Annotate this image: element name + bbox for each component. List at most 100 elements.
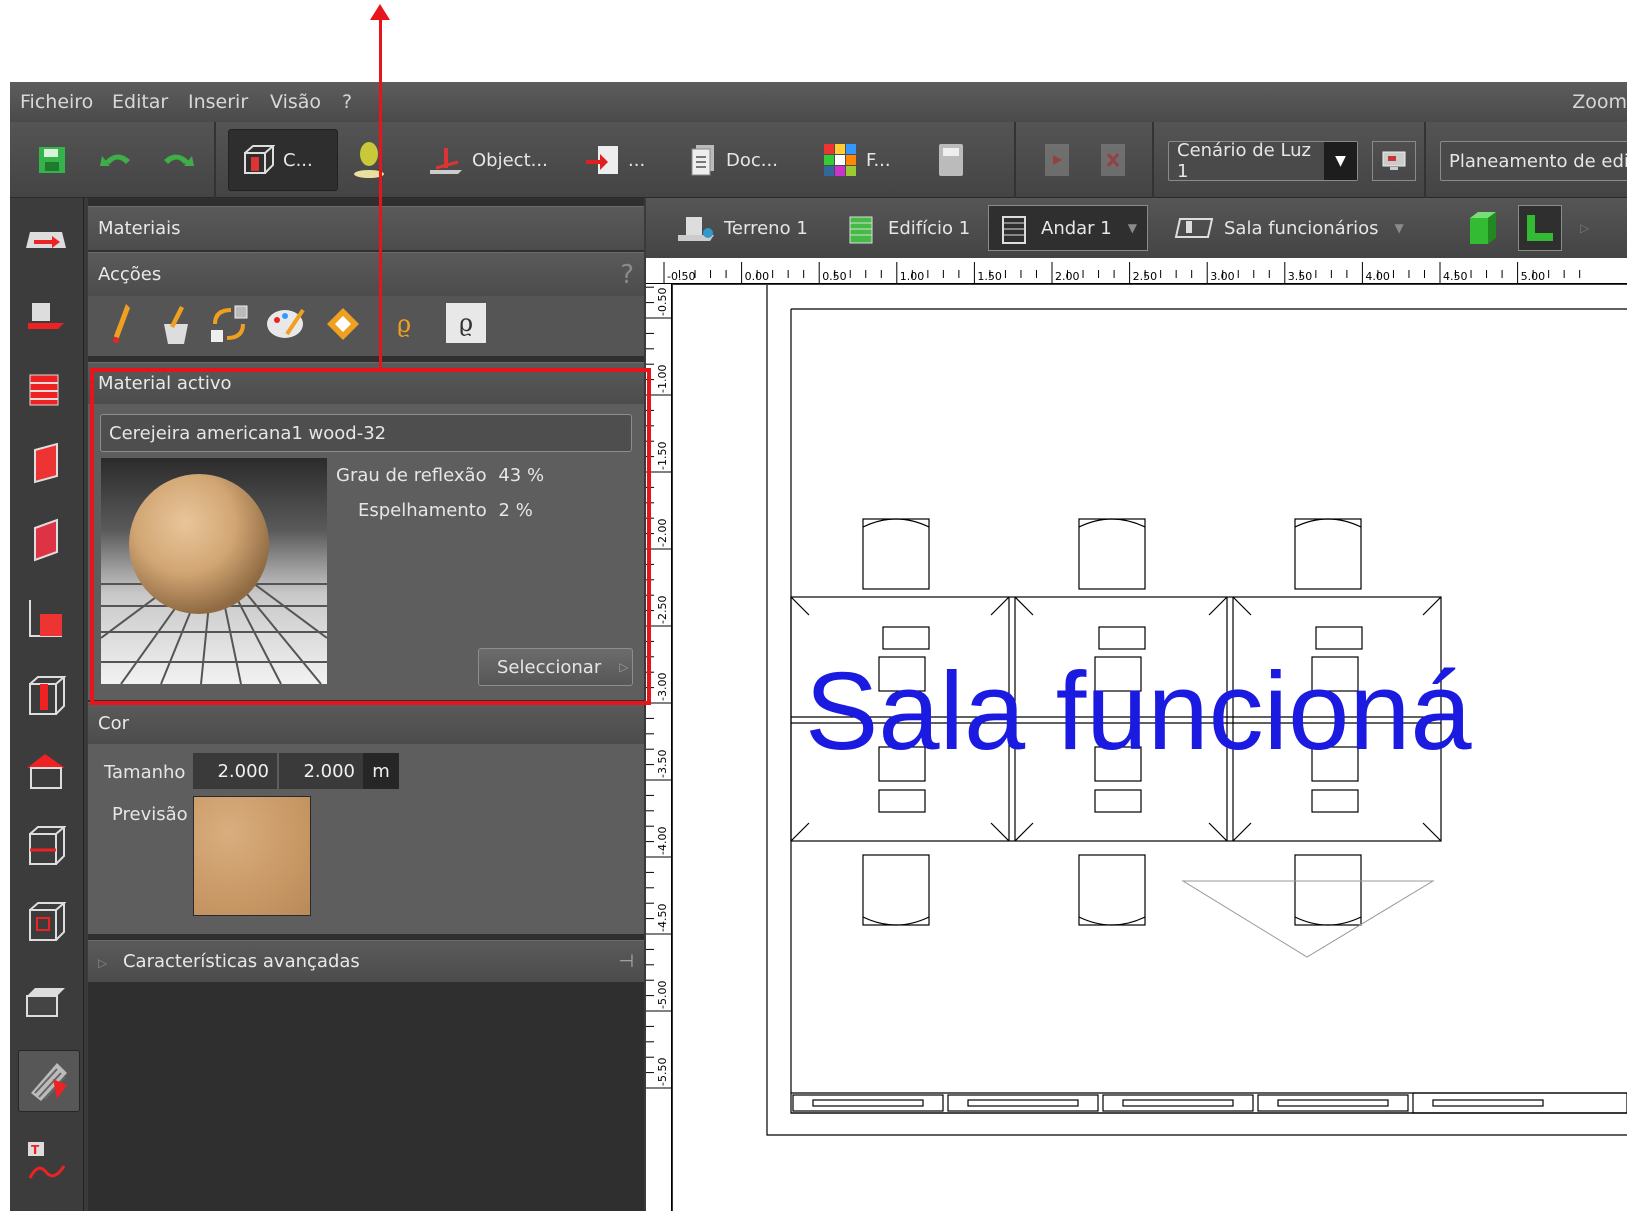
window-cube-icon (29, 902, 66, 941)
edit-material-button[interactable] (262, 296, 310, 352)
import-button[interactable]: ... (584, 129, 645, 191)
ruler-label: -4.50 (656, 904, 669, 932)
material-q-white-button[interactable]: ϱ (446, 303, 486, 343)
actions-header: Acções ? (88, 252, 644, 296)
cube-red-icon (29, 826, 66, 865)
calculator-icon (939, 144, 963, 176)
construction-tab-button[interactable]: C... (228, 129, 338, 191)
panel-title: Materiais (88, 206, 644, 250)
paint-bucket-icon (164, 306, 188, 344)
furniture-button[interactable]: F... (822, 129, 891, 191)
menu-ficheiro[interactable]: Ficheiro (20, 91, 93, 113)
advanced-header[interactable]: ▷ Características avançadas ⊣ (88, 940, 644, 982)
vertical-ruler-ticks: -0.50 -1.00 -1.50 -2.00 -2.50 -3.00 -3.50 -4.00… (646, 255, 672, 1089)
documents-button[interactable]: Doc... (690, 129, 778, 191)
pin-icon[interactable]: ⊣ (618, 951, 634, 972)
apply-material-button[interactable] (320, 296, 368, 352)
ruler-label: 1.50 (977, 270, 1002, 283)
stacked-floors-icon (29, 374, 59, 406)
replace-material-button[interactable] (206, 296, 254, 352)
paint-bucket-button[interactable] (152, 296, 200, 352)
tab-room[interactable]: Sala funcionários ▼ (1172, 205, 1404, 251)
zoom-label[interactable]: Zoom (1572, 91, 1627, 113)
size-width-input[interactable]: 2.000 (193, 753, 277, 789)
ruler-label: -3.00 (656, 673, 669, 701)
slab-tool-button[interactable] (22, 516, 70, 564)
redo-button[interactable] (160, 129, 194, 191)
roof-tool-button[interactable] (22, 748, 70, 796)
select-button[interactable]: Seleccionar ▷ (478, 648, 633, 686)
menu-visao[interactable]: Visão (270, 91, 321, 113)
material-tool-button[interactable] (18, 1050, 80, 1112)
size-label: Tamanho (104, 762, 186, 783)
calculator-button[interactable] (938, 129, 964, 191)
ruler-label: -3.50 (656, 750, 669, 778)
toolbar-b5-label: F... (866, 149, 891, 171)
material-brush-icon (31, 1063, 67, 1101)
wall-tool-button[interactable] (22, 440, 70, 488)
view-plan-button[interactable] (1518, 205, 1562, 251)
help-icon[interactable]: ? (620, 260, 634, 290)
material-sphere-preview (101, 458, 327, 684)
light-scene-select[interactable]: Cenário de Luz 1 ▼ (1168, 140, 1358, 182)
pipette-button[interactable] (98, 296, 146, 352)
size-height-input[interactable]: 2.000 (279, 753, 363, 789)
room-tool-button[interactable] (22, 594, 70, 642)
tab-building[interactable]: Edifício 1 (846, 205, 970, 251)
menu-help[interactable]: ? (342, 91, 352, 113)
pipette-icon (113, 304, 130, 343)
material-q-orange-button[interactable]: ϱ (380, 296, 428, 352)
objects-button[interactable]: Object... (428, 129, 548, 191)
document-icon (691, 145, 714, 176)
planning-value: Planeamento de edif (1449, 150, 1627, 172)
preview-label: Previsão (112, 804, 188, 825)
chevron-down-icon: ▼ (1394, 221, 1404, 235)
play-button[interactable] (1044, 129, 1070, 191)
material-name-field[interactable]: Cerejeira americana1 wood-32 (100, 414, 632, 452)
floors-tool-button[interactable] (22, 364, 70, 412)
object-tool-button[interactable] (22, 290, 70, 338)
size-unit: m (363, 753, 399, 789)
tab-floor[interactable]: Andar 1 ▼ (988, 205, 1148, 251)
roof-icon (27, 754, 65, 789)
active-material-header: Material activo (88, 362, 644, 404)
monitor-icon (1382, 151, 1406, 170)
green-cube-icon (1470, 212, 1496, 244)
ruler-label: -4.00 (656, 827, 669, 855)
reflection-row: Grau de reflexão 43 % (336, 465, 544, 486)
column-tool-button[interactable] (22, 672, 70, 720)
opening-tool-button[interactable] (22, 898, 70, 946)
tab-terrain[interactable]: Terreno 1 (676, 205, 808, 251)
undo-icon (100, 154, 130, 166)
light-scene-value: Cenário de Luz 1 (1177, 140, 1312, 182)
view-3d-button[interactable] (1466, 205, 1500, 251)
toolbar-b1-label: C... (283, 149, 313, 171)
menu-editar[interactable]: Editar (112, 91, 168, 113)
terrain-tool-button[interactable] (22, 216, 70, 264)
select-label: Seleccionar (497, 656, 602, 678)
box-tool-button[interactable] (22, 822, 70, 870)
direction-marker (1181, 880, 1435, 958)
floor-plan-canvas[interactable]: Sala funcioná (673, 285, 1627, 1211)
text-tool-button[interactable]: T (22, 1138, 70, 1186)
ruler-label: 2.00 (1055, 270, 1080, 283)
planning-select[interactable]: Planeamento de edif (1440, 141, 1627, 181)
ruler-label: 5.00 (1521, 270, 1546, 283)
more-tabs-button[interactable]: ▷ (1580, 205, 1589, 251)
column-icon (29, 676, 66, 715)
advanced-title: Características avançadas (122, 951, 360, 972)
ruler-label: 2.50 (1133, 270, 1158, 283)
ruler-label: -2.50 (656, 596, 669, 624)
ruler-label: 0.00 (745, 270, 770, 283)
save-button[interactable] (36, 129, 68, 191)
panel-icon (34, 518, 58, 562)
stairs-tool-button[interactable] (22, 978, 70, 1026)
stop-button[interactable] (1100, 129, 1126, 191)
monitor-button[interactable] (1372, 141, 1416, 181)
svg-text:T: T (31, 1143, 40, 1157)
annotation-arrow-line (379, 14, 382, 370)
menu-inserir[interactable]: Inserir (188, 91, 248, 113)
cube-wire-icon (244, 145, 275, 174)
tab-building-label: Edifício 1 (888, 217, 971, 239)
undo-button[interactable] (100, 129, 134, 191)
